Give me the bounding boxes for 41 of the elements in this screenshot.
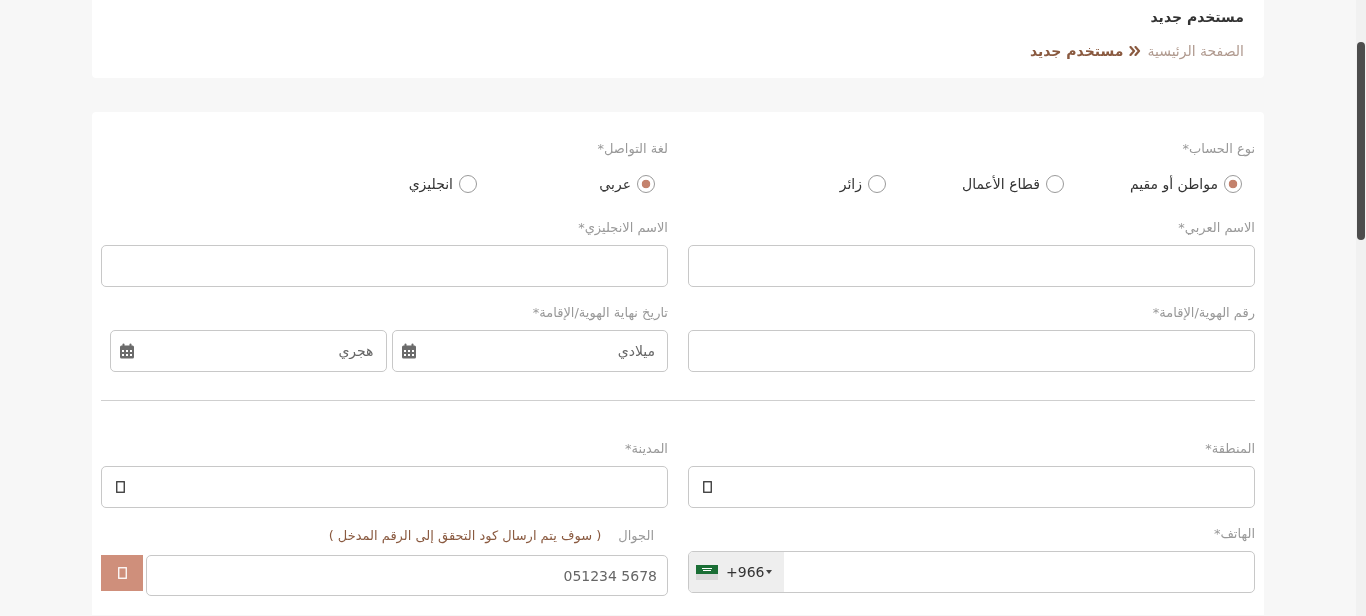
- radio-button[interactable]: [1224, 175, 1242, 193]
- radio-button[interactable]: [637, 175, 655, 193]
- radio-button[interactable]: [459, 175, 477, 193]
- field-label: الاسم العربي*: [1178, 220, 1255, 236]
- radio-button[interactable]: [1046, 175, 1064, 193]
- field-label: الجوال: [618, 528, 654, 544]
- text-input[interactable]: [688, 330, 1255, 372]
- field-label: لغة التواصل*: [597, 141, 668, 157]
- breadcrumb-current: مستخدم جديد: [1029, 42, 1124, 60]
- field-label: نوع الحساب*: [1182, 141, 1255, 157]
- square-icon: [116, 481, 125, 493]
- field-label: تاريخ نهاية الهوية/الإقامة*: [532, 305, 668, 321]
- square-icon: [117, 567, 127, 579]
- field-label: المنطقة*: [1205, 441, 1255, 457]
- scrollbar-thumb[interactable]: [1357, 42, 1365, 240]
- radio-button[interactable]: [868, 175, 886, 193]
- square-icon: [703, 481, 712, 493]
- field-label: رقم الهوية/الإقامة*: [1152, 305, 1255, 321]
- double-chevron-icon: [1129, 46, 1142, 56]
- select-field[interactable]: [688, 466, 1255, 508]
- mobile-input[interactable]: 051234 5678: [146, 555, 668, 596]
- radio-label[interactable]: مواطن أو مقيم: [1129, 175, 1218, 193]
- field-label: الاسم الانجليزي*: [578, 220, 668, 236]
- phone-field[interactable]: +966: [688, 551, 1255, 593]
- flag-icon: [696, 564, 718, 580]
- date-input[interactable]: هجري: [110, 330, 387, 372]
- text-input[interactable]: [101, 245, 668, 287]
- radio-label[interactable]: زائر: [839, 175, 862, 193]
- radio-label[interactable]: قطاع الأعمال: [962, 175, 1040, 193]
- caret-icon: [766, 570, 773, 574]
- hint-text: ( سوف يتم ارسال كود التحقق إلى الرقم المدخل ): [328, 528, 602, 544]
- radio-label[interactable]: انجليزي: [408, 175, 453, 193]
- mobile-button[interactable]: [101, 555, 143, 591]
- field-label: المدينة*: [625, 441, 668, 457]
- select-field[interactable]: [101, 466, 668, 508]
- date-input[interactable]: ميلادي: [391, 330, 668, 372]
- radio-label[interactable]: عربي: [599, 175, 631, 193]
- field-label: الهاتف*: [1213, 526, 1255, 542]
- page-title: مستخدم جديد: [1150, 8, 1244, 26]
- text-input[interactable]: [688, 245, 1255, 287]
- country-code-select[interactable]: +966: [689, 552, 785, 592]
